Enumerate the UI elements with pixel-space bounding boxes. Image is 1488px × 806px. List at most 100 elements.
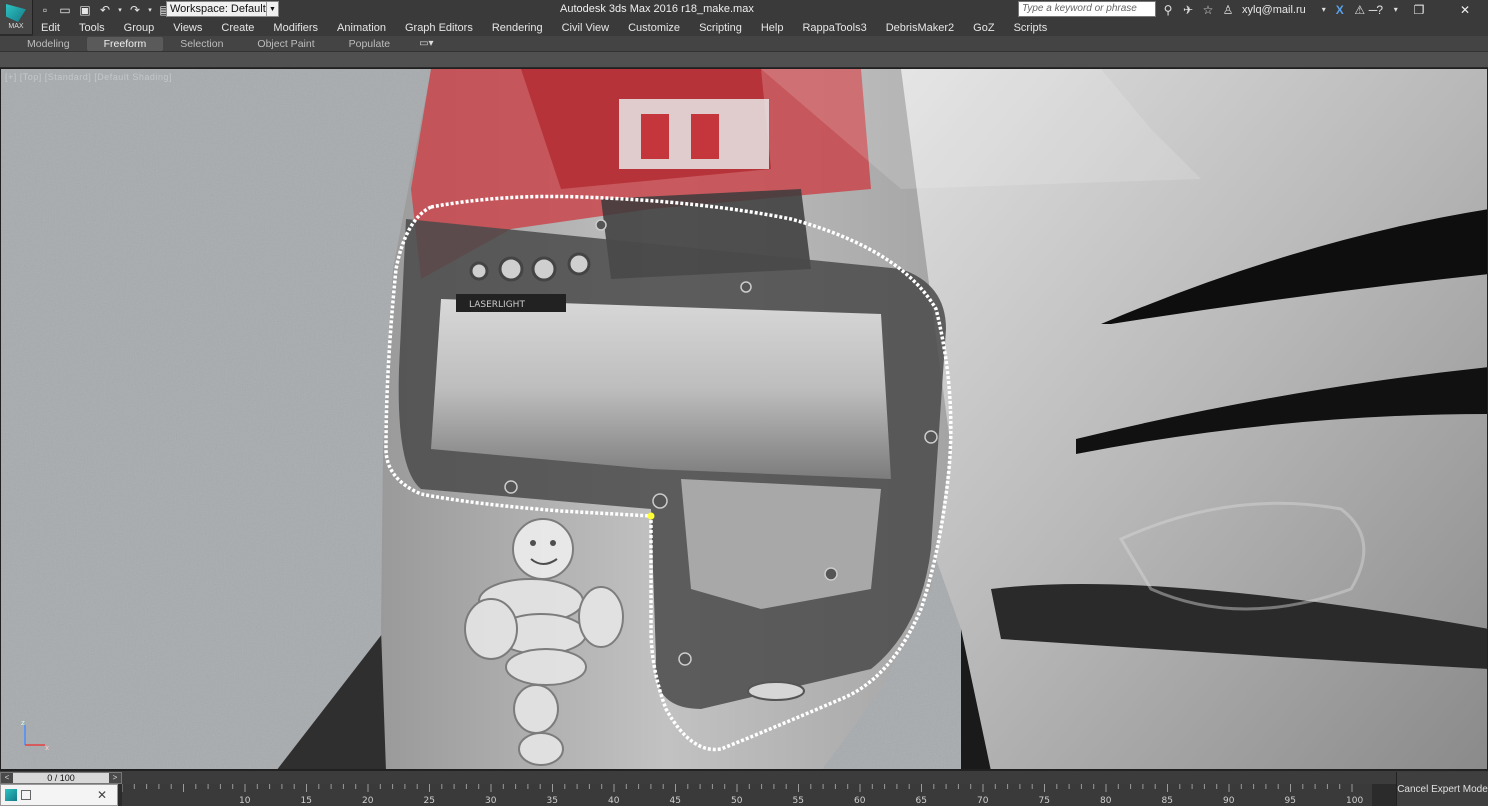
restore-icon[interactable]: ❐ [1396,0,1442,19]
time-slider-bar: < 0 / 100 > [0,770,1488,784]
time-slider[interactable]: < 0 / 100 > [0,772,122,784]
laserlight-logo-text: LASERLIGHT [469,300,525,310]
time-slider-prev[interactable]: < [1,773,13,783]
tab-selection[interactable]: Selection [163,37,240,51]
viewport-label[interactable]: [+] [Top] [Standard] [Default Shading] [5,72,172,82]
lower-lamp-cluster [681,479,881,609]
ruler-label: 80 [1100,796,1112,806]
workspace-dropdown[interactable]: Workspace: Default ▼ [166,1,279,17]
maxscript-logo-icon [5,789,17,801]
app-logo-label: MAX [8,23,24,30]
tab-object-paint[interactable]: Object Paint [240,37,331,51]
headlight-glass [431,299,891,479]
ruler-label: 60 [854,796,866,806]
perspective-viewport[interactable]: LASERLIGHT [+] [Top] [Standard] [Default… [0,68,1488,770]
ruler-label: 70 [977,796,989,806]
ruler-label: 10 [239,796,251,806]
workspace-dropdown-label: Workspace: Default [170,3,266,15]
menu-rendering[interactable]: Rendering [492,22,543,34]
binoculars-search-icon[interactable]: ⚲ [1160,2,1176,18]
window-title: Autodesk 3ds Max 2016 r18_make.max [560,3,754,15]
ruler-label: 25 [424,796,435,806]
menu-debrismaker2[interactable]: DebrisMaker2 [886,22,954,34]
undo-dropdown-icon[interactable]: ▾ [117,2,123,18]
listener-close-icon[interactable]: ✕ [97,788,107,802]
time-slider-value: 0 / 100 [47,773,75,783]
user-account[interactable]: xylq@mail.ru [1242,4,1306,16]
ruler-label: 40 [608,796,620,806]
maxscript-mini-listener[interactable]: ✕ [0,784,118,806]
menu-animation[interactable]: Animation [337,22,386,34]
title-bar: MAX ▫ ▭ ▣ ↶ ▾ ↷ ▾ ▤ Workspace: Default ▼… [0,0,1488,34]
redo-icon[interactable]: ↷ [127,2,143,18]
menu-bar: Edit Tools Group Views Create Modifiers … [33,19,1488,36]
menu-goz[interactable]: GoZ [973,22,994,34]
open-file-icon[interactable]: ▭ [57,2,73,18]
viewport-scene: LASERLIGHT [1,69,1487,769]
ribbon-panel-collapsed[interactable] [0,52,1488,68]
application-button[interactable]: MAX [0,0,33,34]
menu-edit[interactable]: Edit [41,22,60,34]
time-slider-next[interactable]: > [109,773,121,783]
ruler-label: 45 [670,796,681,806]
cancel-expert-mode-button[interactable]: Cancel Expert Mode [1396,772,1488,806]
quick-access-toolbar: ▫ ▭ ▣ ↶ ▾ ↷ ▾ ▤ [37,1,173,18]
ruler-label: 20 [362,796,374,806]
new-file-icon[interactable]: ▫ [37,2,53,18]
tripod-z-label: z [21,719,25,727]
menu-graph-editors[interactable]: Graph Editors [405,22,473,34]
subscription-center-icon[interactable]: ✈ [1180,2,1196,18]
tab-modeling[interactable]: Modeling [10,37,87,51]
ruler-label: 35 [547,796,558,806]
tab-freeform[interactable]: Freeform [86,36,164,51]
redo-dropdown-icon[interactable]: ▾ [147,2,153,18]
ribbon-options-icon[interactable]: ▭▾ [419,38,433,49]
tripod-x-label: x [45,744,49,752]
ruler-label: 65 [916,796,927,806]
menu-views[interactable]: Views [173,22,202,34]
ribbon-tabs: Modeling Freeform Selection Object Paint… [0,36,1488,52]
exchange-apps-icon[interactable]: X [1332,2,1348,18]
led-lamp [498,256,524,282]
user-dropdown-icon[interactable]: ▾ [1320,2,1328,18]
listener-window-icon[interactable] [21,790,31,800]
ruler-label: 85 [1162,796,1173,806]
minimize-icon[interactable]: ─ [1350,0,1396,19]
ruler-label: 95 [1285,796,1296,806]
close-icon[interactable]: ✕ [1442,0,1488,19]
menu-modifiers[interactable]: Modifiers [273,22,318,34]
led-lamp [531,256,557,282]
ruler-label: 75 [1039,796,1050,806]
menu-customize[interactable]: Customize [628,22,680,34]
window-controls: ─ ❐ ✕ [1350,0,1488,19]
search-input[interactable]: Type a keyword or phrase [1018,1,1156,17]
menu-scripts[interactable]: Scripts [1014,22,1048,34]
chevron-down-icon: ▼ [266,2,278,16]
menu-help[interactable]: Help [761,22,784,34]
ruler-label: 55 [793,796,804,806]
led-lamp [567,252,591,276]
ruler-label: 30 [485,796,497,806]
user-icon[interactable]: ♙ [1220,2,1236,18]
ruler-label: 100 [1346,796,1363,806]
menu-group[interactable]: Group [124,22,155,34]
axis-tripod-icon: z x [21,719,49,752]
save-file-icon[interactable]: ▣ [77,2,93,18]
track-bar-ruler: 10 15 20 25 30 35 40 45 50 55 60 65 70 75 80 85 90 95 100 [122,784,1363,806]
tab-populate[interactable]: Populate [332,37,407,51]
3ds-max-logo-icon [6,4,26,22]
menu-create[interactable]: Create [221,22,254,34]
ruler-label: 15 [301,796,312,806]
undo-icon[interactable]: ↶ [97,2,113,18]
menu-scripting[interactable]: Scripting [699,22,742,34]
spline-vertex-selected [647,512,655,520]
menu-rappatools3[interactable]: RappaTools3 [802,22,866,34]
track-bar[interactable]: 10 15 20 25 30 35 40 45 50 55 60 65 70 75 80 85 90 95 100 [122,784,1372,806]
ruler-label: 90 [1223,796,1235,806]
ruler-label: 50 [731,796,743,806]
lower-indicator [747,681,805,701]
menu-tools[interactable]: Tools [79,22,105,34]
favorites-star-icon[interactable]: ☆ [1200,2,1216,18]
menu-civil-view[interactable]: Civil View [562,22,609,34]
led-lamp [469,261,489,281]
